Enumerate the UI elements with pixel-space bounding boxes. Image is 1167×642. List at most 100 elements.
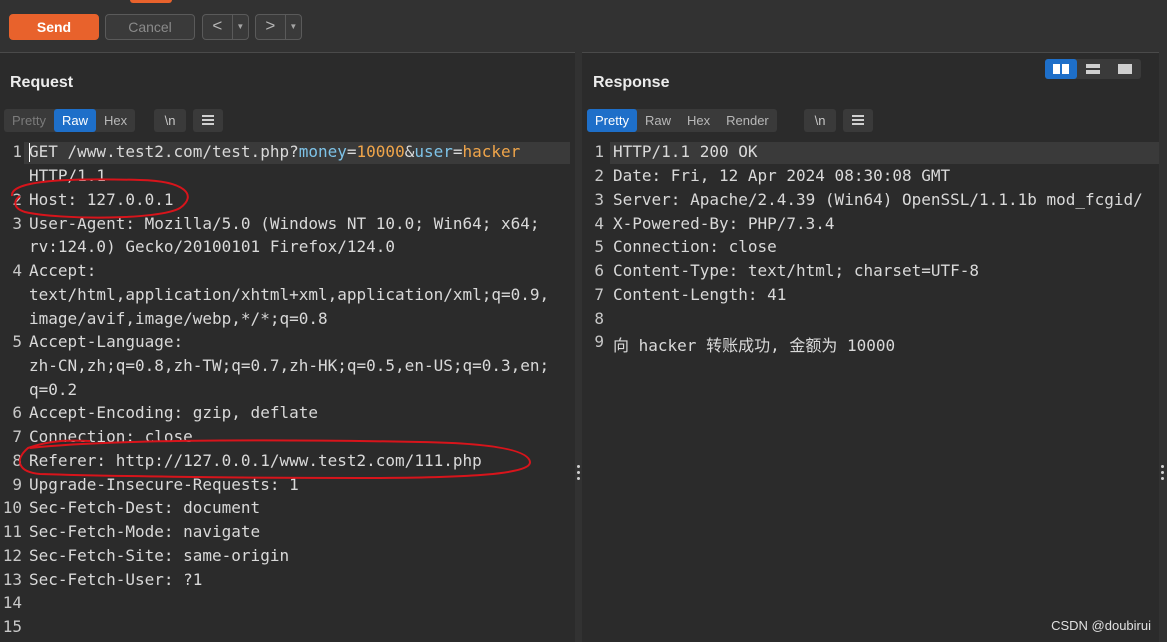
param-name: user [414,142,453,161]
response-editor[interactable]: 1 HTTP/1.1 200 OK 2 Date: Fri, 12 Apr 20… [582,140,1159,642]
header-accept-language: Accept-Language: [29,332,184,351]
splitter-grip-dot [577,465,580,468]
header-sec-fetch-user: Sec-Fetch-User: ?1 [29,570,203,589]
splitter-grip-dot [577,471,580,474]
forward-button[interactable]: > ▼ [255,14,302,40]
chevron-left-icon: < [212,16,223,35]
cancel-button[interactable]: Cancel [105,14,195,40]
tab-hex[interactable]: Hex [96,109,135,132]
header-accept-language-continued: zh-CN,zh;q=0.8,zh-TW;q=0.7,zh-HK;q=0.5,e… [29,356,550,375]
header-sec-fetch-site: Sec-Fetch-Site: same-origin [29,546,290,565]
request-menu-button[interactable] [193,109,223,132]
line-number: 7 [12,427,22,446]
header-user-agent: User-Agent: Mozilla/5.0 (Windows NT 10.0… [29,214,540,233]
chevron-right-icon: > [265,16,276,35]
response-menu-button[interactable] [843,109,873,132]
chevron-down-icon[interactable]: ▼ [284,15,301,39]
header-accept-encoding: Accept-Encoding: gzip, deflate [29,403,318,422]
line-number: 3 [594,190,604,209]
splitter-grip-dot [1161,465,1164,468]
request-line-continued: HTTP/1.1 [29,166,107,185]
line-number: 3 [12,214,22,233]
header-connection: Connection: close [29,427,193,446]
header-server: Server: Apache/2.4.39 (Win64) OpenSSL/1.… [613,190,1143,209]
header-user-agent-continued: rv:124.0) Gecko/20100101 Firefox/124.0 [29,237,396,256]
header-content-length: Content-Length: 41 [613,285,787,304]
request-view-tabs: Pretty Raw Hex [4,109,136,132]
line-number: 6 [12,403,22,422]
watermark: CSDN @doubirui [1051,618,1151,633]
header-accept: Accept: [29,261,97,280]
request-pane-title: Request [10,74,74,91]
header-referer: Referer: http://127.0.0.1/www.test2.com/… [29,451,482,470]
line-number: 7 [594,285,604,304]
param-separator: = [346,142,357,161]
tab-render[interactable]: Render [718,109,777,132]
pane-splitter[interactable] [575,52,582,642]
hamburger-icon [852,115,864,125]
line-number: 5 [12,332,22,351]
response-pane-title: Response [593,74,670,91]
back-button[interactable]: < ▼ [202,14,249,40]
header-content-type: Content-Type: text/html; charset=UTF-8 [613,261,980,280]
tab-pretty[interactable]: Pretty [4,109,54,132]
request-editor[interactable]: 1 GET /www.test2.com/test.php?money=1000… [0,140,575,642]
single-pane-icon[interactable] [1109,59,1141,79]
header-sec-fetch-dest: Sec-Fetch-Dest: document [29,498,261,517]
tab-pretty[interactable]: Pretty [587,109,637,132]
scrollbar-edge[interactable] [1159,52,1167,642]
line-number: 2 [594,166,604,185]
line-number: 4 [594,214,604,233]
param-value: hacker [462,142,521,161]
header-date: Date: Fri, 12 Apr 2024 08:30:08 GMT [613,166,951,185]
request-line-text: GET /www.test2.com/test.php? [29,142,299,161]
header-host: Host: 127.0.0.1 [29,190,174,209]
line-number: 6 [594,261,604,280]
line-number: 8 [594,309,604,328]
line-number: 5 [594,237,604,256]
line-number: 9 [594,332,604,351]
burp-repeater-window: Send Cancel < ▼ > ▼ Request Pretty Raw H… [0,0,1167,642]
line-number: 2 [12,190,22,209]
line-number: 15 [2,617,22,636]
line-number: 4 [12,261,22,280]
hamburger-icon [202,115,214,125]
splitter-grip-dot [577,477,580,480]
line-number: 12 [2,546,22,565]
request-line: GET /www.test2.com/test.php?money=10000&… [29,142,520,161]
header-x-powered-by: X-Powered-By: PHP/7.3.4 [613,214,835,233]
line-number: 13 [2,570,22,589]
param-value: 10000 [356,142,405,161]
status-line: HTTP/1.1 200 OK [613,142,758,161]
chevron-down-icon[interactable]: ▼ [231,15,248,39]
param-separator: = [452,142,463,161]
param-name: money [298,142,347,161]
send-button[interactable]: Send [9,14,99,40]
line-number: 1 [12,142,22,161]
splitter-grip-dot [1161,477,1164,480]
header-accept-continued: image/avif,image/webp,*/*;q=0.8 [29,309,328,328]
header-connection: Connection: close [613,237,777,256]
line-number: 8 [12,451,22,470]
header-upgrade-insecure: Upgrade-Insecure-Requests: 1 [29,475,299,494]
newline-toggle-button[interactable]: \n [804,109,836,132]
header-accept-continued: text/html,application/xhtml+xml,applicat… [29,285,550,304]
splitter-grip-dot [1161,471,1164,474]
response-body: 向 hacker 转账成功, 金额为 10000 [613,336,896,355]
tab-raw[interactable]: Raw [637,109,679,132]
split-columns-icon[interactable] [1045,59,1077,79]
response-view-tabs: Pretty Raw Hex Render [587,109,777,132]
split-rows-icon[interactable] [1077,59,1109,79]
active-tab-indicator [130,0,172,3]
line-number: 10 [2,498,22,517]
header-sec-fetch-mode: Sec-Fetch-Mode: navigate [29,522,261,541]
tab-hex[interactable]: Hex [679,109,718,132]
layout-selector [1045,59,1141,79]
tab-raw[interactable]: Raw [53,109,96,132]
line-number: 11 [2,522,22,541]
line-number: 14 [2,593,22,612]
header-accept-language-continued: q=0.2 [29,380,78,399]
line-number: 9 [12,475,22,494]
newline-toggle-button[interactable]: \n [154,109,186,132]
line-number: 1 [594,142,604,161]
